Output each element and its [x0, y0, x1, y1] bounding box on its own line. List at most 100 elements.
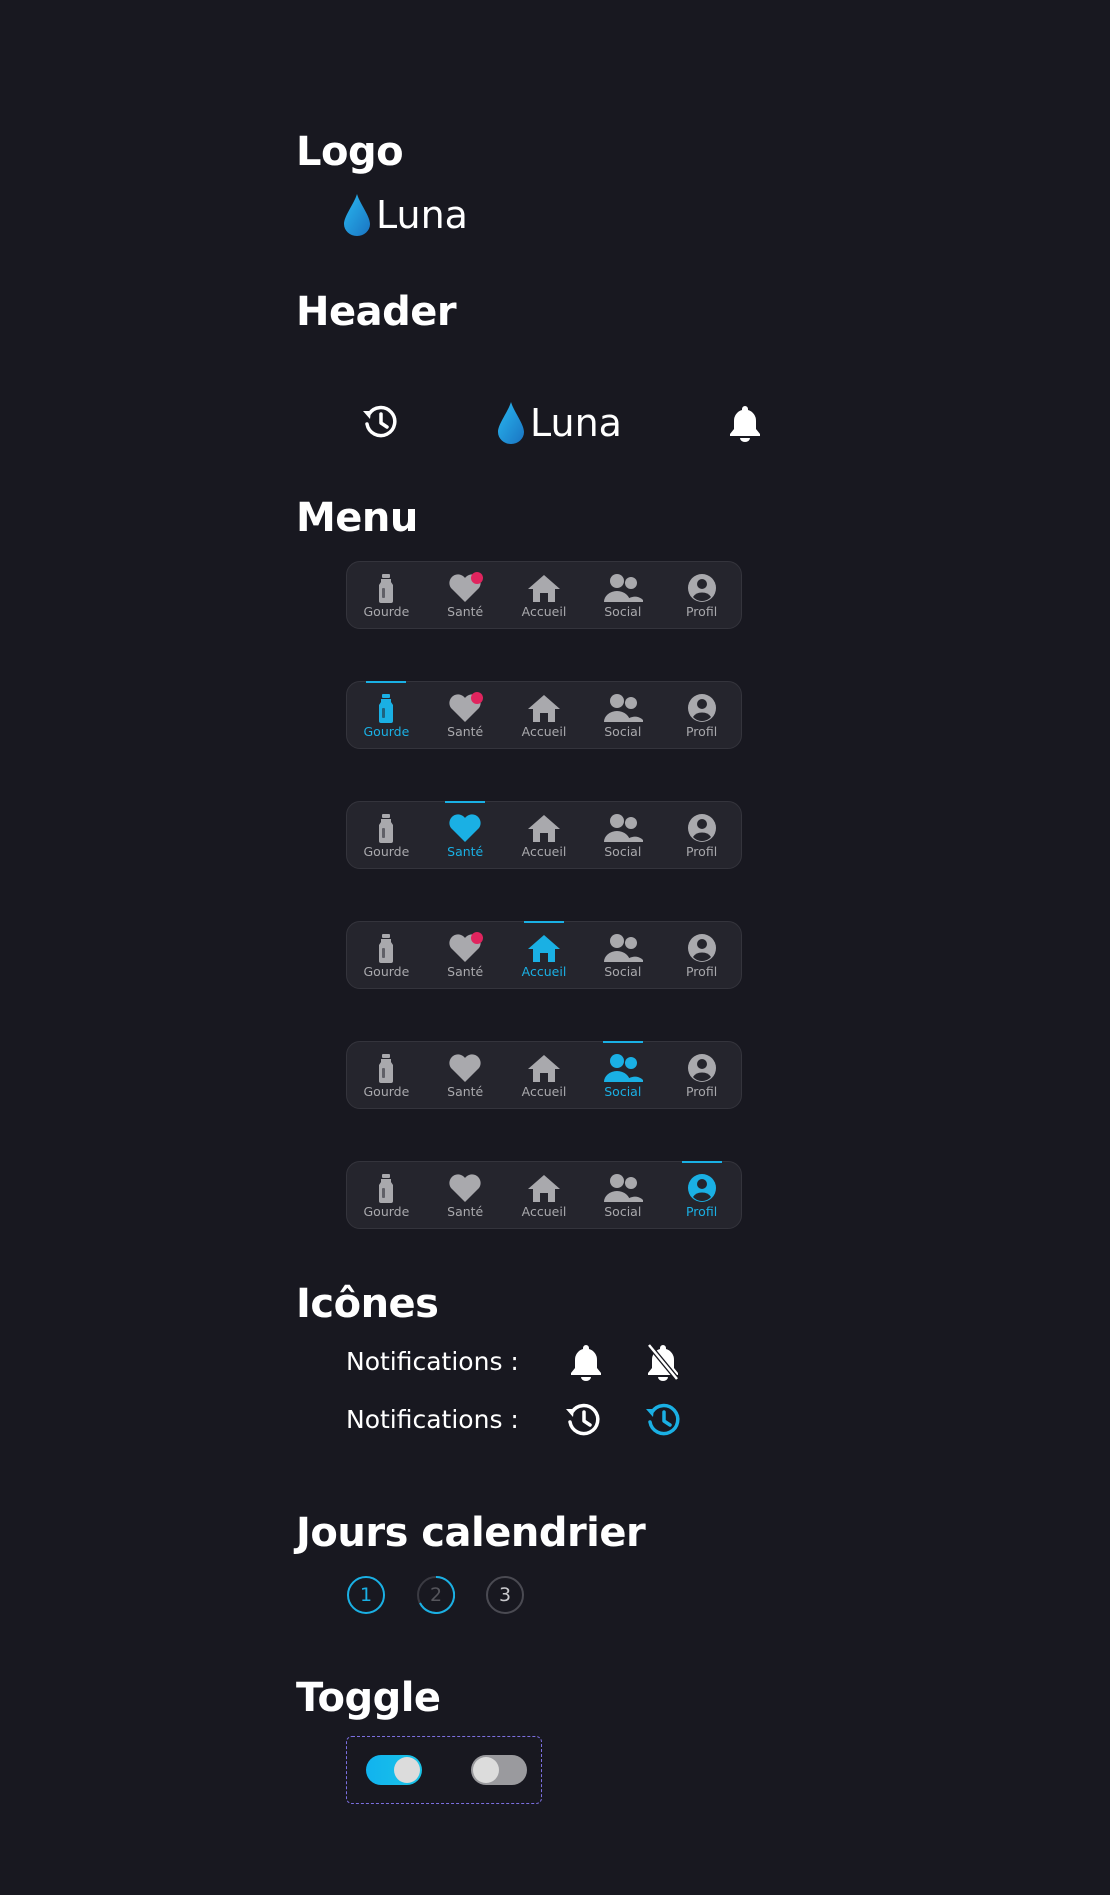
bottle-icon — [366, 692, 406, 724]
nav-item-accueil[interactable]: Accueil — [505, 802, 584, 868]
nav-item-sante[interactable]: Santé — [426, 562, 505, 628]
nav-item-label: Accueil — [521, 964, 567, 979]
nav-item-profil[interactable]: Profil — [662, 562, 741, 628]
user-circle-icon — [682, 932, 722, 964]
history-active-icon[interactable] — [643, 1400, 683, 1440]
nav-item-social[interactable]: Social — [583, 682, 662, 748]
toggle-off[interactable] — [471, 1755, 527, 1785]
nav-item-label: Accueil — [521, 724, 567, 739]
section-title-icons: Icônes — [296, 1281, 439, 1327]
nav-item-label: Accueil — [521, 1204, 567, 1219]
toggle-group — [346, 1736, 542, 1804]
calendar-day[interactable]: 1 — [347, 1576, 385, 1614]
nav-item-label: Social — [604, 844, 642, 859]
nav-item-profil[interactable]: Profil — [662, 682, 741, 748]
toggle-on[interactable] — [366, 1755, 422, 1785]
nav-item-gourde[interactable]: Gourde — [347, 1162, 426, 1228]
nav-item-label: Social — [604, 964, 642, 979]
bottle-icon — [366, 572, 406, 604]
history-icon[interactable] — [563, 1400, 603, 1440]
bell-icon[interactable] — [725, 402, 765, 442]
nav-item-accueil[interactable]: Accueil — [505, 562, 584, 628]
home-icon — [524, 572, 564, 604]
active-indicator — [602, 1041, 643, 1043]
section-title-toggle: Toggle — [296, 1675, 441, 1721]
nav-item-label: Accueil — [521, 844, 567, 859]
toggle-knob — [473, 1757, 499, 1783]
users-icon — [603, 692, 643, 724]
bottom-nav-bar: Gourde Santé Accueil Social Profil — [346, 681, 742, 749]
nav-item-profil[interactable]: Profil — [662, 922, 741, 988]
nav-item-label: Profil — [685, 724, 718, 739]
calendar-day[interactable]: 3 — [486, 1576, 524, 1614]
nav-item-sante[interactable]: Santé — [426, 801, 505, 868]
calendar-day[interactable]: 2 — [417, 1576, 455, 1614]
nav-item-gourde[interactable]: Gourde — [347, 681, 426, 748]
nav-item-accueil[interactable]: Accueil — [505, 1162, 584, 1228]
section-title-calendar: Jours calendrier — [296, 1510, 646, 1556]
nav-item-label: Santé — [447, 844, 484, 859]
nav-item-gourde[interactable]: Gourde — [347, 922, 426, 988]
icon-row-label: Notifications : — [346, 1405, 519, 1434]
brand-name: Luna — [376, 193, 468, 237]
user-circle-icon — [682, 572, 722, 604]
nav-item-label: Gourde — [363, 964, 410, 979]
section-title-menu: Menu — [296, 495, 418, 541]
bell-icon[interactable] — [566, 1341, 606, 1381]
nav-item-social[interactable]: Social — [583, 922, 662, 988]
nav-item-label: Santé — [447, 724, 484, 739]
nav-item-label: Social — [604, 1084, 642, 1099]
heart-icon — [445, 572, 485, 604]
bottom-nav-bar: Gourde Santé Accueil Social Profil — [346, 801, 742, 869]
nav-item-sante[interactable]: Santé — [426, 1162, 505, 1228]
nav-item-social[interactable]: Social — [583, 562, 662, 628]
nav-item-social[interactable]: Social — [583, 802, 662, 868]
bottom-nav-bar: Gourde Santé Accueil Social Profil — [346, 1041, 742, 1109]
nav-item-profil[interactable]: Profil — [662, 802, 741, 868]
nav-item-label: Santé — [447, 964, 484, 979]
section-title-logo: Logo — [296, 129, 404, 175]
home-icon — [524, 932, 564, 964]
nav-item-social[interactable]: Social — [583, 1162, 662, 1228]
history-icon[interactable] — [360, 402, 400, 442]
nav-item-social[interactable]: Social — [583, 1041, 662, 1108]
heart-icon — [445, 812, 485, 844]
nav-item-accueil[interactable]: Accueil — [505, 1042, 584, 1108]
heart-icon — [445, 932, 485, 964]
bottle-icon — [366, 1172, 406, 1204]
heart-icon — [445, 1052, 485, 1084]
nav-item-gourde[interactable]: Gourde — [347, 802, 426, 868]
nav-item-label: Social — [604, 724, 642, 739]
nav-item-profil[interactable]: Profil — [662, 1161, 741, 1228]
nav-item-label: Santé — [447, 604, 484, 619]
nav-item-label: Profil — [685, 964, 718, 979]
nav-item-label: Santé — [447, 1204, 484, 1219]
nav-item-label: Accueil — [521, 1084, 567, 1099]
brand-logo: Luna — [344, 194, 468, 236]
nav-item-label: Gourde — [363, 1204, 410, 1219]
nav-item-gourde[interactable]: Gourde — [347, 562, 426, 628]
active-indicator — [366, 681, 407, 683]
home-icon — [524, 1172, 564, 1204]
user-circle-icon — [682, 812, 722, 844]
nav-item-sante[interactable]: Santé — [426, 922, 505, 988]
nav-item-profil[interactable]: Profil — [662, 1042, 741, 1108]
active-indicator — [681, 1161, 722, 1163]
nav-item-accueil[interactable]: Accueil — [505, 921, 584, 988]
home-icon — [524, 1052, 564, 1084]
bell-off-icon[interactable] — [643, 1341, 683, 1381]
nav-item-label: Profil — [685, 844, 718, 859]
nav-item-sante[interactable]: Santé — [426, 682, 505, 748]
section-title-header: Header — [296, 289, 457, 335]
nav-item-sante[interactable]: Santé — [426, 1042, 505, 1108]
user-circle-icon — [682, 1052, 722, 1084]
nav-item-label: Gourde — [363, 1084, 410, 1099]
heart-icon — [445, 692, 485, 724]
users-icon — [603, 812, 643, 844]
nav-item-accueil[interactable]: Accueil — [505, 682, 584, 748]
nav-item-gourde[interactable]: Gourde — [347, 1042, 426, 1108]
nav-item-label: Profil — [685, 1204, 718, 1219]
nav-item-label: Social — [604, 1204, 642, 1219]
header-logo[interactable]: Luna — [498, 402, 622, 444]
toggle-knob — [394, 1757, 420, 1783]
